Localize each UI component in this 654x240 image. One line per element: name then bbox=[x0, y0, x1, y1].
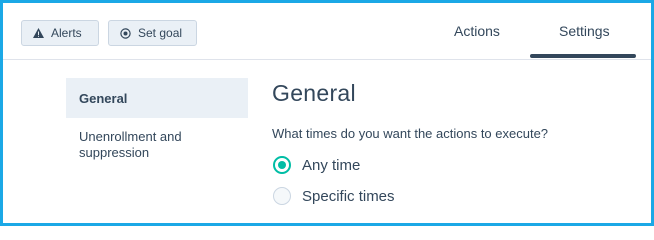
set-goal-button[interactable]: Set goal bbox=[108, 20, 197, 46]
top-toolbar: Alerts Set goal Actions Settings bbox=[3, 3, 651, 60]
alerts-button[interactable]: Alerts bbox=[21, 20, 99, 46]
sidebar-item-unenrollment[interactable]: Unenrollment and suppression bbox=[66, 129, 248, 161]
sidebar-item-label: Unenrollment and suppression bbox=[79, 129, 182, 160]
tab-actions[interactable]: Actions bbox=[454, 23, 500, 39]
active-tab-indicator bbox=[530, 54, 636, 58]
sidebar-item-general[interactable]: General bbox=[66, 78, 248, 118]
option-label: Specific times bbox=[302, 187, 395, 205]
option-label: Any time bbox=[302, 156, 361, 174]
alerts-button-label: Alerts bbox=[51, 26, 82, 40]
question-label: What times do you want the actions to ex… bbox=[272, 126, 549, 141]
radio-specific-times[interactable] bbox=[273, 187, 291, 205]
tab-settings[interactable]: Settings bbox=[559, 23, 610, 39]
target-icon bbox=[119, 27, 131, 39]
set-goal-button-label: Set goal bbox=[138, 26, 183, 40]
sidebar-item-label: General bbox=[79, 90, 128, 106]
option-specific-times[interactable]: Specific times bbox=[273, 187, 395, 205]
option-any-time[interactable]: Any time bbox=[273, 156, 360, 174]
radio-any-time[interactable] bbox=[273, 156, 291, 174]
warning-icon bbox=[32, 27, 44, 39]
section-title: General bbox=[272, 80, 356, 106]
app-frame: Alerts Set goal Actions Settings General… bbox=[0, 0, 654, 226]
